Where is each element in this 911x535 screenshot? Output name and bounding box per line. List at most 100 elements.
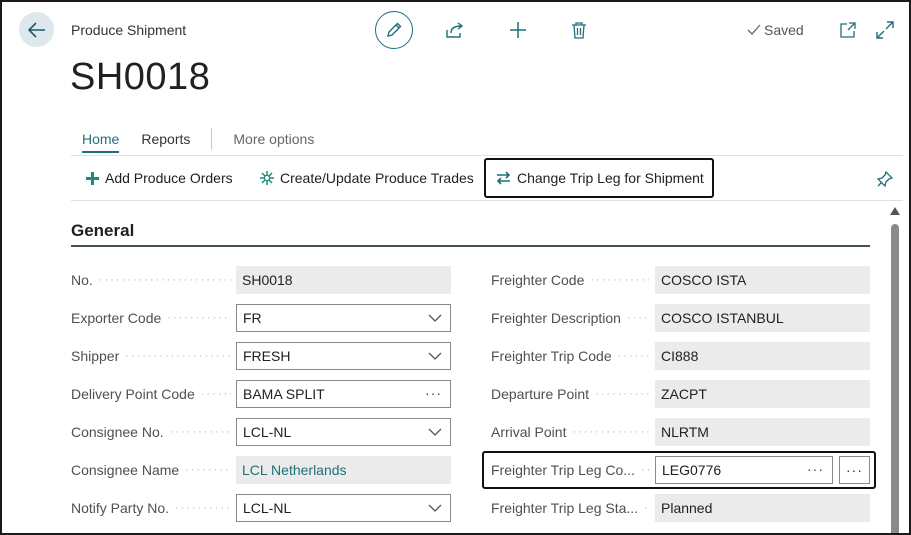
shipper-dropdown[interactable]: FRESH	[236, 342, 451, 370]
back-button[interactable]	[19, 12, 54, 47]
scrollbar-thumb[interactable]	[891, 224, 899, 533]
leader-dots: ··························	[572, 426, 649, 438]
field-label-freighter-trip-leg-code: Freighter Trip Leg Co... ················…	[491, 462, 649, 478]
leader-dots: ··························	[626, 312, 649, 324]
field-label-consignee-name: Consignee Name ··························	[71, 462, 231, 478]
leader-dots: ··························	[185, 464, 231, 476]
leader-dots: ··························	[640, 464, 649, 476]
new-button[interactable]	[507, 19, 529, 41]
leader-dots: ··························	[125, 350, 231, 362]
saved-status: Saved	[747, 22, 804, 38]
field-label-shipper: Shipper ··························	[71, 348, 231, 364]
leader-dots: ··························	[595, 388, 649, 400]
scroll-up-button[interactable]	[889, 207, 901, 217]
chevron-down-icon	[428, 428, 442, 436]
freighter-trip-code-field: CI888	[655, 342, 870, 370]
label-text: Freighter Trip Code	[491, 348, 612, 364]
plus-icon	[510, 22, 526, 38]
field-label-freighter-description: Freighter Description ···················…	[491, 310, 649, 326]
leader-dots: ··························	[175, 502, 231, 514]
add-produce-orders-button[interactable]: Add Produce Orders	[86, 170, 233, 186]
chevron-down-icon	[428, 314, 442, 322]
action-bar-divider-top	[71, 155, 903, 156]
consignee-no-value: LCL-NL	[243, 424, 292, 440]
label-text: Exporter Code	[71, 310, 162, 326]
field-label-no: No. ··························	[71, 272, 231, 288]
chevron-down-icon	[428, 504, 442, 512]
more-actions-ellipsis-button[interactable]: ···	[839, 456, 870, 484]
create-update-produce-trades-button[interactable]: Create/Update Produce Trades	[260, 170, 474, 186]
field-label-freighter-trip-code: Freighter Trip Code ·····················…	[491, 348, 649, 364]
departure-point-field: ZACPT	[655, 380, 870, 408]
label-text: Freighter Code	[491, 272, 585, 288]
label-text: Freighter Trip Leg Co...	[491, 462, 635, 478]
section-divider	[71, 245, 870, 247]
freighter-trip-leg-code-field[interactable]: LEG0776 ···	[655, 456, 833, 484]
pin-icon	[876, 170, 894, 188]
freighter-code-field: COSCO ISTA	[655, 266, 870, 294]
field-label-consignee-no: Consignee No. ··························	[71, 424, 231, 440]
freighter-trip-leg-code-value: LEG0776	[662, 462, 722, 478]
lookup-ellipsis-icon[interactable]: ···	[807, 461, 824, 477]
back-arrow-icon	[27, 21, 45, 38]
leader-dots: ··························	[167, 312, 231, 324]
leader-dots: ··························	[590, 274, 649, 286]
chevron-down-icon	[428, 352, 442, 360]
action-bar-divider-bottom	[71, 200, 903, 201]
label-text: Departure Point	[491, 386, 590, 402]
open-in-new-window-button[interactable]	[838, 20, 858, 40]
expand-button[interactable]	[875, 20, 895, 40]
change-trip-leg-label: Change Trip Leg for Shipment	[517, 170, 704, 186]
trash-icon	[572, 22, 586, 39]
label-text: No.	[71, 272, 93, 288]
notify-party-no-dropdown[interactable]: LCL-NL	[236, 494, 451, 522]
share-button[interactable]	[444, 20, 466, 40]
create-update-produce-trades-label: Create/Update Produce Trades	[280, 170, 474, 186]
shipper-value: FRESH	[243, 348, 291, 364]
freighter-description-field: COSCO ISTANBUL	[655, 304, 870, 332]
label-text: Freighter Description	[491, 310, 621, 326]
pencil-icon	[387, 22, 402, 37]
edit-button[interactable]	[375, 11, 413, 49]
section-title-general: General	[71, 221, 135, 240]
field-label-notify-party-no: Notify Party No. ························…	[71, 500, 231, 516]
field-label-freighter-trip-leg-status: Freighter Trip Leg Sta... ···············…	[491, 500, 649, 516]
label-text: Consignee No.	[71, 424, 164, 440]
expand-icon	[876, 21, 894, 39]
exporter-code-value: FR	[243, 310, 262, 326]
field-label-departure-point: Departure Point ·························…	[491, 386, 649, 402]
leader-dots: ··························	[200, 388, 231, 400]
notify-party-no-value: LCL-NL	[243, 500, 292, 516]
action-tabs: Home Reports More options	[82, 128, 314, 153]
field-label-exporter-code: Exporter Code ··························	[71, 310, 231, 326]
open-in-new-window-icon	[840, 22, 856, 38]
saved-label: Saved	[764, 22, 804, 38]
label-text: Freighter Trip Leg Sta...	[491, 500, 639, 516]
label-text: Shipper	[71, 348, 120, 364]
page-caption: Produce Shipment	[71, 22, 187, 38]
lookup-ellipsis-icon[interactable]: ···	[425, 385, 442, 401]
tab-divider	[211, 128, 213, 150]
delivery-point-code-value: BAMA SPLIT	[243, 386, 325, 402]
tab-home[interactable]: Home	[82, 131, 120, 153]
consignee-no-dropdown[interactable]: LCL-NL	[236, 418, 451, 446]
tab-more-options[interactable]: More options	[233, 131, 314, 147]
check-icon	[747, 24, 761, 35]
label-text: Notify Party No.	[71, 500, 170, 516]
delete-button[interactable]	[569, 19, 589, 41]
page-title: SH0018	[70, 56, 211, 98]
exporter-code-dropdown[interactable]: FR	[236, 304, 451, 332]
delivery-point-code-field[interactable]: BAMA SPLIT ···	[236, 380, 451, 408]
leader-dots: ··························	[644, 502, 649, 514]
swap-arrows-icon	[496, 171, 511, 185]
change-trip-leg-button[interactable]: Change Trip Leg for Shipment	[484, 158, 714, 198]
label-text: Arrival Point	[491, 424, 567, 440]
share-icon	[446, 22, 464, 38]
leader-dots: ··························	[169, 426, 231, 438]
no-field: SH0018	[236, 266, 451, 294]
consignee-name-link[interactable]: LCL Netherlands	[236, 456, 451, 484]
app-window: Produce Shipment SH0018 Saved Home Repor…	[0, 0, 911, 535]
tab-reports[interactable]: Reports	[141, 131, 190, 147]
label-text: Delivery Point Code	[71, 386, 195, 402]
pin-action-bar-button[interactable]	[875, 169, 895, 189]
